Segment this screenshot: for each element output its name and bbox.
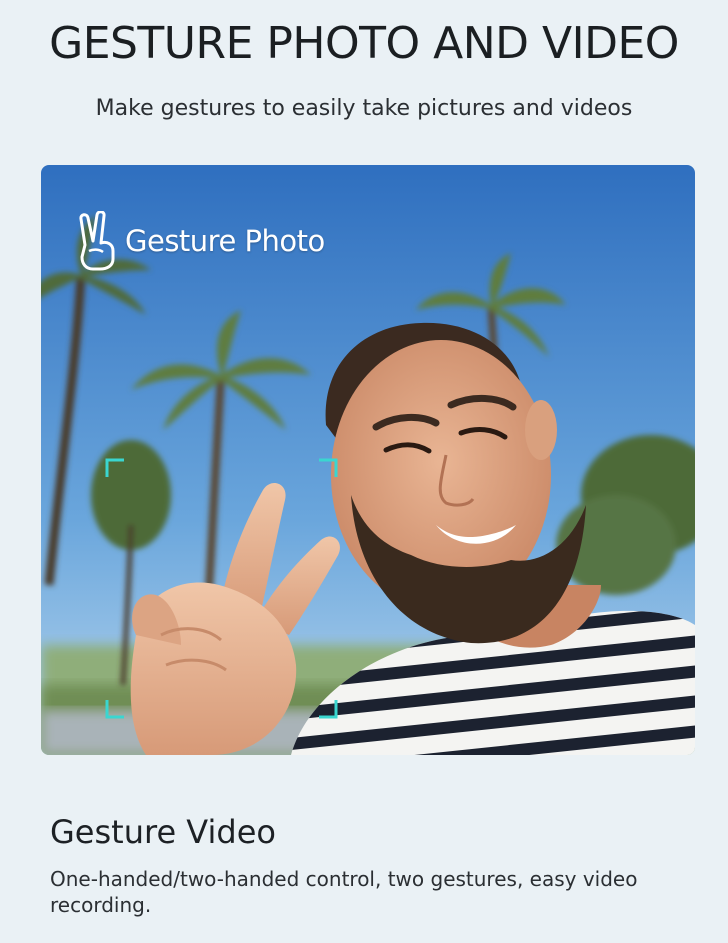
section-title: Gesture Video [50, 813, 276, 851]
section-description: One-handed/two-handed control, two gestu… [50, 867, 638, 917]
page-title: GESTURE PHOTO AND VIDEO [49, 18, 679, 69]
page-subtitle: Make gestures to easily take pictures an… [95, 96, 633, 121]
gesture-photo-image: Gesture Photo [41, 165, 695, 755]
peace-hand-icon [75, 211, 119, 271]
overlay-label-text: Gesture Photo [125, 224, 325, 258]
gesture-photo-label: Gesture Photo [75, 211, 325, 271]
